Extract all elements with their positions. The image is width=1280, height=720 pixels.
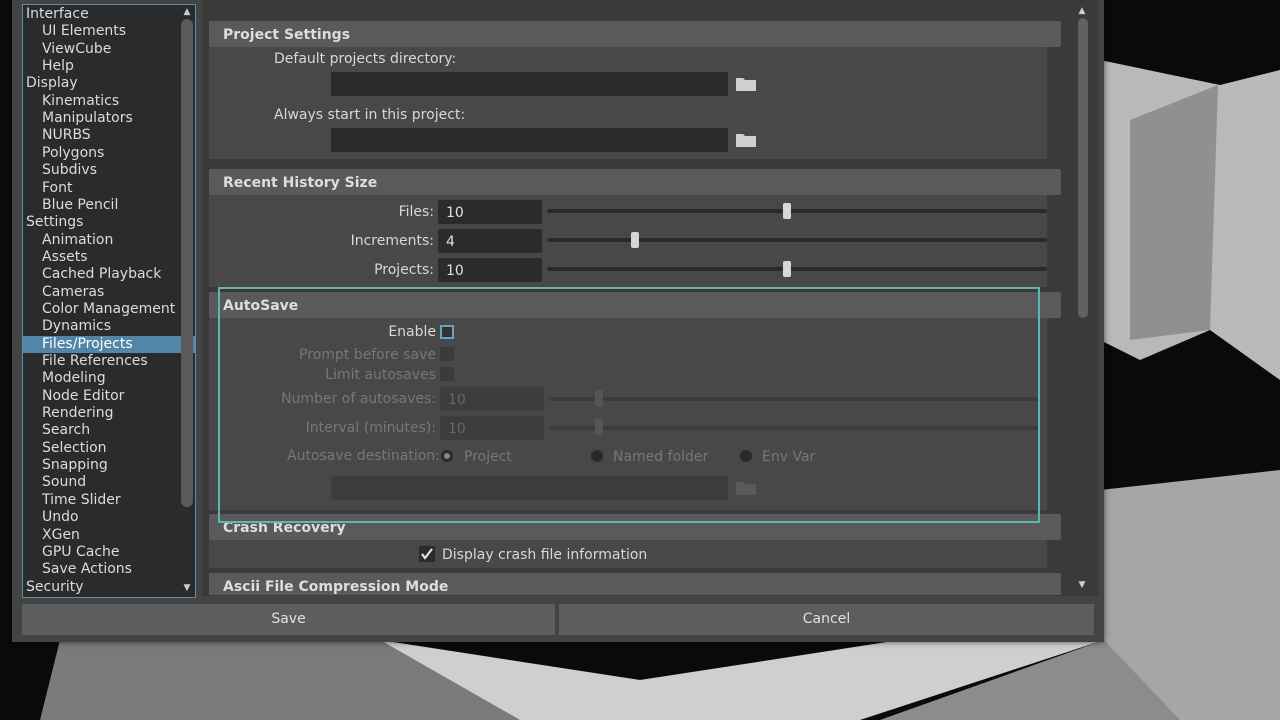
default-projects-directory-label: Default projects directory:	[274, 51, 457, 67]
recent-history-header[interactable]: Recent History Size	[209, 169, 1061, 195]
increments-label: Increments:	[350, 233, 434, 249]
sidebar-item-settings[interactable]: Settings	[23, 214, 180, 231]
ascii-compression-header[interactable]: Ascii File Compression Mode	[209, 573, 1061, 595]
sidebar-item-manipulators[interactable]: Manipulators	[23, 110, 195, 127]
display-crash-label: Display crash file information	[442, 547, 648, 563]
increments-slider-track[interactable]	[547, 238, 1047, 242]
sidebar-item-mel[interactable]: MEL	[23, 596, 195, 597]
projects-label: Projects:	[374, 262, 434, 278]
preferences-category-list[interactable]: Interface UI Elements ViewCube Help Display K…	[22, 4, 196, 598]
sidebar-item-polygons[interactable]: Polygons	[23, 145, 195, 162]
default-projects-directory-field[interactable]	[331, 72, 728, 96]
sidebar-item-security[interactable]: Security	[23, 579, 180, 596]
sidebar-item-undo[interactable]: Undo	[23, 509, 195, 526]
sidebar-item-files-projects[interactable]: Files/Projects	[23, 335, 195, 353]
projects-input[interactable]: 10	[438, 258, 542, 282]
folder-icon[interactable]	[735, 132, 757, 148]
projects-slider-handle[interactable]	[783, 261, 792, 277]
sidebar-item-gpu-cache[interactable]: GPU Cache	[23, 544, 195, 561]
sidebar-item-nurbs[interactable]: NURBS	[23, 127, 195, 144]
sidebar-item-cameras[interactable]: Cameras	[23, 284, 195, 301]
sidebar-item-display[interactable]: Display	[23, 75, 180, 92]
sidebar-item-kinematics[interactable]: Kinematics	[23, 93, 195, 110]
sidebar-item-rendering[interactable]: Rendering	[23, 405, 195, 422]
sidebar-item-file-references[interactable]: File References	[23, 353, 195, 370]
increments-slider-handle[interactable]	[630, 232, 639, 248]
increments-input[interactable]: 4	[438, 229, 542, 253]
sidebar-item-sound[interactable]: Sound	[23, 474, 195, 491]
sidebar-item-dynamics[interactable]: Dynamics	[23, 318, 195, 335]
sidebar-item-color-management[interactable]: Color Management	[23, 301, 195, 318]
files-slider-track[interactable]	[547, 209, 1047, 213]
sidebar-item-snapping[interactable]: Snapping	[23, 457, 195, 474]
always-start-project-field[interactable]	[331, 128, 728, 152]
files-slider-handle[interactable]	[783, 203, 792, 219]
sidebar-item-font[interactable]: Font	[23, 180, 195, 197]
save-button[interactable]: Save	[22, 604, 555, 635]
scroll-up-arrow-icon[interactable]: ▲	[1077, 6, 1087, 16]
scroll-down-arrow-icon[interactable]: ▼	[1077, 580, 1087, 590]
sidebar-item-time-slider[interactable]: Time Slider	[23, 492, 195, 509]
sidebar-item-cached-playback[interactable]: Cached Playback	[23, 266, 195, 283]
scroll-down-arrow-icon[interactable]: ▼	[182, 583, 192, 593]
scroll-up-arrow-icon[interactable]: ▲	[182, 7, 192, 17]
files-input[interactable]: 10	[438, 200, 542, 224]
sidebar-item-interface[interactable]: Interface	[23, 6, 180, 23]
settings-scrollbar[interactable]: ▲ ▼	[1075, 4, 1089, 596]
settings-scrollbar-thumb[interactable]	[1078, 18, 1088, 318]
display-crash-checkbox[interactable]	[419, 546, 435, 562]
sidebar-item-modeling[interactable]: Modeling	[23, 370, 195, 387]
sidebar-item-blue-pencil[interactable]: Blue Pencil	[23, 197, 195, 214]
always-start-label: Always start in this project:	[274, 107, 466, 123]
sidebar-scrollbar[interactable]	[181, 19, 193, 507]
sidebar-item-subdivs[interactable]: Subdivs	[23, 162, 195, 179]
files-label: Files:	[398, 204, 434, 220]
project-settings-header[interactable]: Project Settings	[209, 21, 1061, 47]
autosave-highlight-frame	[218, 287, 1040, 523]
sidebar-item-save-actions[interactable]: Save Actions	[23, 561, 195, 578]
sidebar-item-help[interactable]: Help	[23, 58, 195, 75]
sidebar-item-xgen[interactable]: XGen	[23, 527, 195, 544]
sidebar-item-ui-elements[interactable]: UI Elements	[23, 23, 195, 40]
projects-slider-track[interactable]	[547, 267, 1047, 271]
sidebar-item-viewcube[interactable]: ViewCube	[23, 41, 195, 58]
folder-icon[interactable]	[735, 76, 757, 92]
sidebar-item-node-editor[interactable]: Node Editor	[23, 388, 195, 405]
cancel-button[interactable]: Cancel	[559, 604, 1094, 635]
sidebar-item-selection[interactable]: Selection	[23, 440, 195, 457]
sidebar-item-animation[interactable]: Animation	[23, 232, 195, 249]
sidebar-item-search[interactable]: Search	[23, 422, 195, 439]
sidebar-item-assets[interactable]: Assets	[23, 249, 195, 266]
